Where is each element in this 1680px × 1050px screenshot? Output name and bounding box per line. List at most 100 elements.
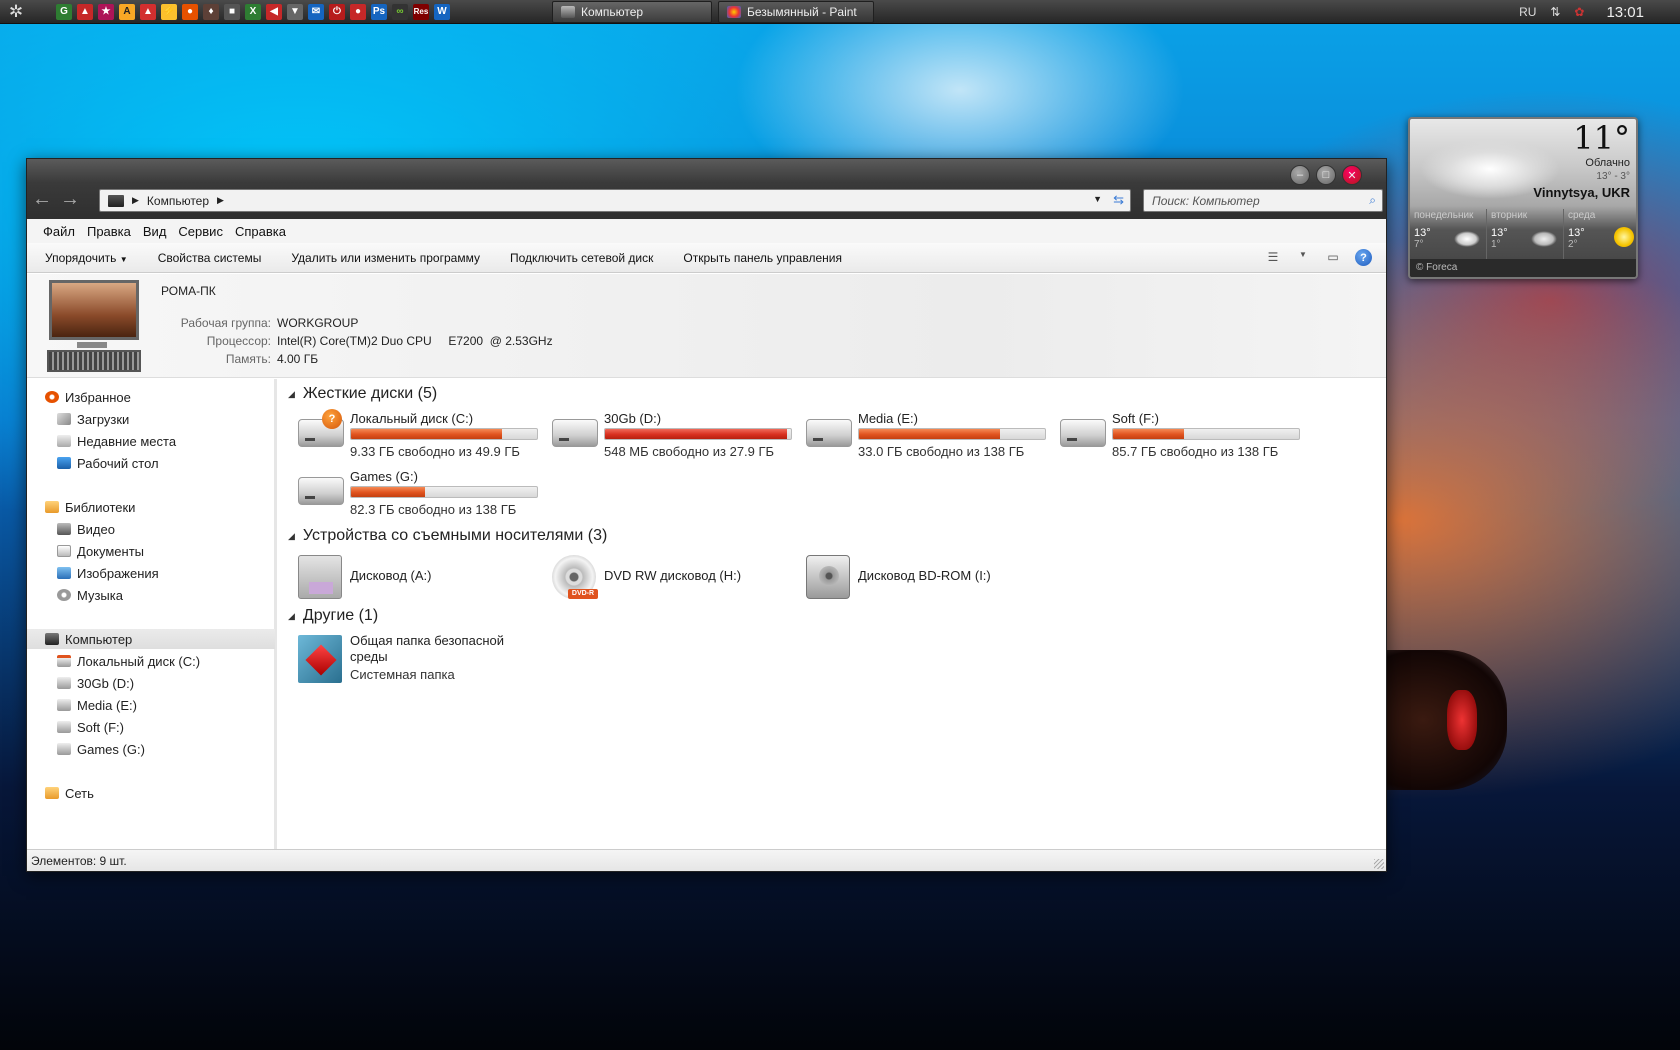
breadcrumb-arrow-icon[interactable]: ▶ <box>132 195 139 206</box>
collapse-triangle-icon[interactable]: ◢ <box>288 389 295 400</box>
nav-arrows: ← → <box>31 189 81 211</box>
drive-tile[interactable]: ? Локальный диск (C:) 9.33 ГБ свободно и… <box>298 409 538 463</box>
device-tile[interactable]: Дисковод (A:) <box>298 553 538 601</box>
app-icon-4[interactable]: A <box>119 3 135 20</box>
app-icon-12[interactable]: ▼ <box>287 3 303 20</box>
menu-edit[interactable]: Правка <box>81 224 137 239</box>
preview-pane-icon[interactable]: ▭ <box>1325 250 1341 266</box>
system-properties-button[interactable]: Свойства системы <box>158 251 262 265</box>
chevron-down-icon[interactable]: ▼ <box>1295 250 1311 266</box>
group-hard-drives[interactable]: ◢ Жесткие диски (5) <box>288 385 437 403</box>
task-label: Безымянный - Paint <box>747 5 857 19</box>
app-icon-3[interactable]: ★ <box>98 3 114 20</box>
nav-drive-d[interactable]: 30Gb (D:) <box>57 673 134 693</box>
collapse-triangle-icon[interactable]: ◢ <box>288 531 295 542</box>
app-icon-9[interactable]: ■ <box>224 3 240 20</box>
menu-tools[interactable]: Сервис <box>172 224 229 239</box>
uninstall-program-button[interactable]: Удалить или изменить программу <box>291 251 480 265</box>
drive-tile[interactable]: Games (G:) 82.3 ГБ свободно из 138 ГБ <box>298 469 538 521</box>
nav-drive-g[interactable]: Games (G:) <box>57 739 145 759</box>
back-icon[interactable]: ← <box>31 189 53 211</box>
menu-help[interactable]: Справка <box>229 224 292 239</box>
app-icon-5[interactable]: ▲ <box>140 3 156 20</box>
nav-computer[interactable]: Компьютер <box>27 629 275 649</box>
drive-free-space: 9.33 ГБ свободно из 49.9 ГБ <box>350 444 520 459</box>
breadcrumb-computer[interactable]: Компьютер <box>147 194 209 208</box>
task-computer[interactable]: Компьютер <box>552 1 712 23</box>
folder-icon <box>45 501 59 513</box>
app-icon-13[interactable]: ✉ <box>308 3 324 20</box>
drive-tile[interactable]: 30Gb (D:) 548 МБ свободно из 27.9 ГБ <box>552 411 792 463</box>
nav-label: Музыка <box>77 587 123 603</box>
refresh-icon[interactable]: ⇆ <box>1113 192 1124 208</box>
weather-condition: Облачно <box>1585 157 1630 169</box>
weather-range: 13° - 3° <box>1596 171 1630 182</box>
menu-view[interactable]: Вид <box>137 224 173 239</box>
breadcrumb-arrow-icon[interactable]: ▶ <box>217 195 224 206</box>
map-network-drive-button[interactable]: Подключить сетевой диск <box>510 251 653 265</box>
app-icon-16[interactable]: Ps <box>371 3 387 20</box>
app-icon-7[interactable]: ● <box>182 3 198 20</box>
menu-file[interactable]: Файл <box>37 224 81 239</box>
network-icon[interactable]: ⇅ <box>1548 5 1562 19</box>
search-icon[interactable]: ⌕ <box>1369 193 1376 208</box>
other-item-tile[interactable]: Общая папка безопасной среды Системная п… <box>298 633 538 693</box>
organize-button[interactable]: Упорядочить ▼ <box>45 251 128 265</box>
address-bar[interactable]: ▶ Компьютер ▶ ▼ ⇆ <box>99 189 1131 212</box>
collapse-triangle-icon[interactable]: ◢ <box>288 611 295 622</box>
minimize-button[interactable]: – <box>1290 165 1310 185</box>
app-icon-10[interactable]: X <box>245 3 261 20</box>
drive-name: 30Gb (D:) <box>604 411 662 426</box>
nav-documents[interactable]: Документы <box>57 541 144 561</box>
app-icon-6[interactable]: ⚡ <box>161 3 177 20</box>
nav-network[interactable]: Сеть <box>45 783 94 803</box>
drive-free-space: 82.3 ГБ свободно из 138 ГБ <box>350 502 517 517</box>
drive-tile[interactable]: Soft (F:) 85.7 ГБ свободно из 138 ГБ <box>1060 411 1300 463</box>
app-icon-15[interactable]: ● <box>350 3 366 20</box>
help-icon[interactable]: ? <box>1355 249 1372 266</box>
nav-desktop[interactable]: Рабочий стол <box>57 453 159 473</box>
clock[interactable]: 13:01 <box>1606 4 1644 21</box>
music-icon <box>57 589 71 601</box>
app-icon-18[interactable]: Res <box>413 3 429 20</box>
nav-drive-e[interactable]: Media (E:) <box>57 695 137 715</box>
nav-downloads[interactable]: Загрузки <box>57 409 129 429</box>
app-icon-14[interactable]: ⏻ <box>329 3 345 20</box>
app-icon-11[interactable]: ◀ <box>266 3 282 20</box>
device-tile[interactable]: DVD-R DVD RW дисковод (H:) <box>552 553 792 601</box>
app-icon-8[interactable]: ♦ <box>203 3 219 20</box>
nav-drive-f[interactable]: Soft (F:) <box>57 717 124 737</box>
close-button[interactable]: ✕ <box>1342 165 1362 185</box>
weather-gadget[interactable]: 11° Облачно 13° - 3° Vinnytsya, UKR поне… <box>1408 117 1638 279</box>
weather-footer[interactable]: © Foreca <box>1410 259 1636 277</box>
nav-favorites[interactable]: Избранное <box>45 387 131 407</box>
group-removable[interactable]: ◢ Устройства со съемными носителями (3) <box>288 527 607 545</box>
maximize-button[interactable]: □ <box>1316 165 1336 185</box>
nav-pictures[interactable]: Изображения <box>57 563 159 583</box>
nav-video[interactable]: Видео <box>57 519 115 539</box>
nav-music[interactable]: Музыка <box>57 585 123 605</box>
drive-tile[interactable]: Media (E:) 33.0 ГБ свободно из 138 ГБ <box>806 411 1046 463</box>
forecast-day: понедельник 13° 7° <box>1410 209 1487 259</box>
nav-recent-places[interactable]: Недавние места <box>57 431 176 451</box>
app-icon-2[interactable]: ▲ <box>77 3 93 20</box>
search-input[interactable]: Поиск: Компьютер ⌕ <box>1143 189 1383 212</box>
title-bar[interactable]: – □ ✕ ← → ▶ Компьютер ▶ ▼ ⇆ Поиск: Компь… <box>27 159 1386 219</box>
forward-icon[interactable]: → <box>59 189 81 211</box>
nav-libraries[interactable]: Библиотеки <box>45 497 135 517</box>
view-options-icon[interactable]: ☰ <box>1265 250 1281 266</box>
app-icon-19[interactable]: W <box>434 3 450 20</box>
language-indicator[interactable]: RU <box>1519 5 1536 19</box>
chevron-down-icon[interactable]: ▼ <box>1093 194 1102 204</box>
open-control-panel-button[interactable]: Открыть панель управления <box>683 251 842 265</box>
antivirus-icon[interactable]: ✿ <box>1572 5 1586 19</box>
device-tile[interactable]: Дисковод BD-ROM (I:) <box>806 553 1046 601</box>
drive-usage-bar <box>350 428 538 440</box>
resize-grip-icon[interactable] <box>1374 859 1384 869</box>
nav-drive-c[interactable]: Локальный диск (C:) <box>57 651 200 671</box>
app-icon-17[interactable]: ∞ <box>392 3 408 20</box>
app-icon-1[interactable]: G <box>56 3 72 20</box>
group-other[interactable]: ◢ Другие (1) <box>288 607 378 625</box>
task-paint[interactable]: Безымянный - Paint <box>718 1 874 23</box>
start-button[interactable]: ✲ <box>4 0 28 24</box>
